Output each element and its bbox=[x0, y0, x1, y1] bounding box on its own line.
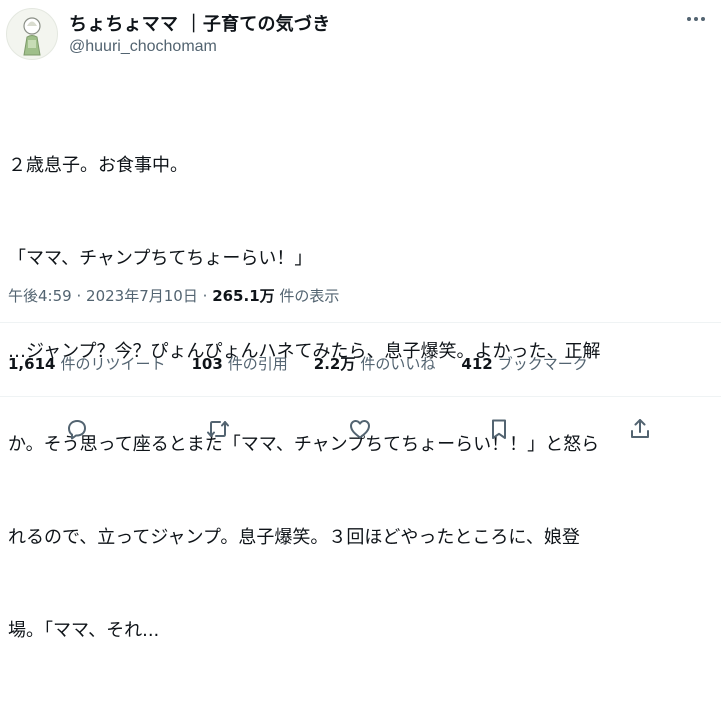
tweet-line: 場。「ママ、それ... bbox=[8, 620, 160, 641]
avatar[interactable] bbox=[6, 8, 58, 60]
display-name[interactable]: ちょちょママ ｜子育ての気づき bbox=[69, 10, 330, 36]
person-illustration-icon bbox=[23, 17, 41, 56]
quotes-label: 件の引用 bbox=[227, 355, 288, 373]
tweet-card: ちょちょママ ｜子育ての気づき @huuri_chochomam ２歳息子。お食… bbox=[0, 0, 721, 641]
reply-icon bbox=[68, 420, 86, 440]
likes-label: 件のいいね bbox=[360, 355, 436, 373]
share-icon bbox=[631, 419, 649, 438]
quotes-stat[interactable]: 103 件の引用 bbox=[191, 353, 287, 374]
retweets-label: 件のリツイート bbox=[60, 355, 166, 373]
tweet-line: れるので、立ってジャンプ。息子爆笑。３回ほどやったところに、娘登 bbox=[8, 527, 580, 548]
bookmarks-count: 412 bbox=[461, 355, 493, 373]
tweet-text: ２歳息子。お食事中。 「ママ、チャンプちてちょーらい！」 …ジャンプ？今？ぴょん… bbox=[8, 88, 716, 708]
more-horizontal-icon bbox=[687, 17, 705, 21]
views-label: 件の表示 bbox=[279, 287, 340, 305]
bookmark-icon bbox=[492, 419, 506, 439]
bookmark-button[interactable] bbox=[484, 414, 514, 444]
action-bar bbox=[0, 410, 721, 446]
separator: · bbox=[202, 287, 208, 305]
tweet-date[interactable]: 2023年7月10日 bbox=[86, 287, 198, 305]
views-count: 265.1万 bbox=[212, 287, 275, 305]
bookmarks-stat[interactable]: 412 ブックマーク bbox=[461, 353, 587, 374]
divider bbox=[0, 322, 721, 323]
retweet-icon bbox=[207, 421, 229, 437]
tweet-line: ２歳息子。お食事中。 bbox=[8, 155, 188, 176]
user-handle[interactable]: @huuri_chochomam bbox=[69, 38, 217, 56]
like-button[interactable] bbox=[345, 414, 375, 444]
retweet-button[interactable] bbox=[203, 414, 233, 444]
reply-button[interactable] bbox=[62, 414, 92, 444]
retweets-stat[interactable]: 1,614 件のリツイート bbox=[8, 353, 165, 374]
engagement-stats: 1,614 件のリツイート 103 件の引用 2.2万 件のいいね 412 ブックマーク bbox=[8, 353, 588, 374]
like-icon bbox=[350, 420, 370, 439]
likes-stat[interactable]: 2.2万 件のいいね bbox=[314, 353, 436, 374]
quotes-count: 103 bbox=[191, 355, 223, 373]
separator: · bbox=[76, 287, 82, 305]
likes-count: 2.2万 bbox=[313, 355, 356, 373]
tweet-time[interactable]: 午後4:59 bbox=[8, 287, 72, 305]
tweet-meta: 午後4:59 · 2023年7月10日 · 265.1万 件の表示 bbox=[8, 285, 339, 306]
more-options-button[interactable] bbox=[683, 8, 709, 30]
divider bbox=[0, 396, 721, 397]
retweets-count: 1,614 bbox=[8, 355, 56, 373]
share-button[interactable] bbox=[625, 414, 655, 444]
bookmarks-label: ブックマーク bbox=[497, 355, 588, 373]
tweet-line: 「ママ、チャンプちてちょーらい！」 bbox=[8, 248, 313, 269]
